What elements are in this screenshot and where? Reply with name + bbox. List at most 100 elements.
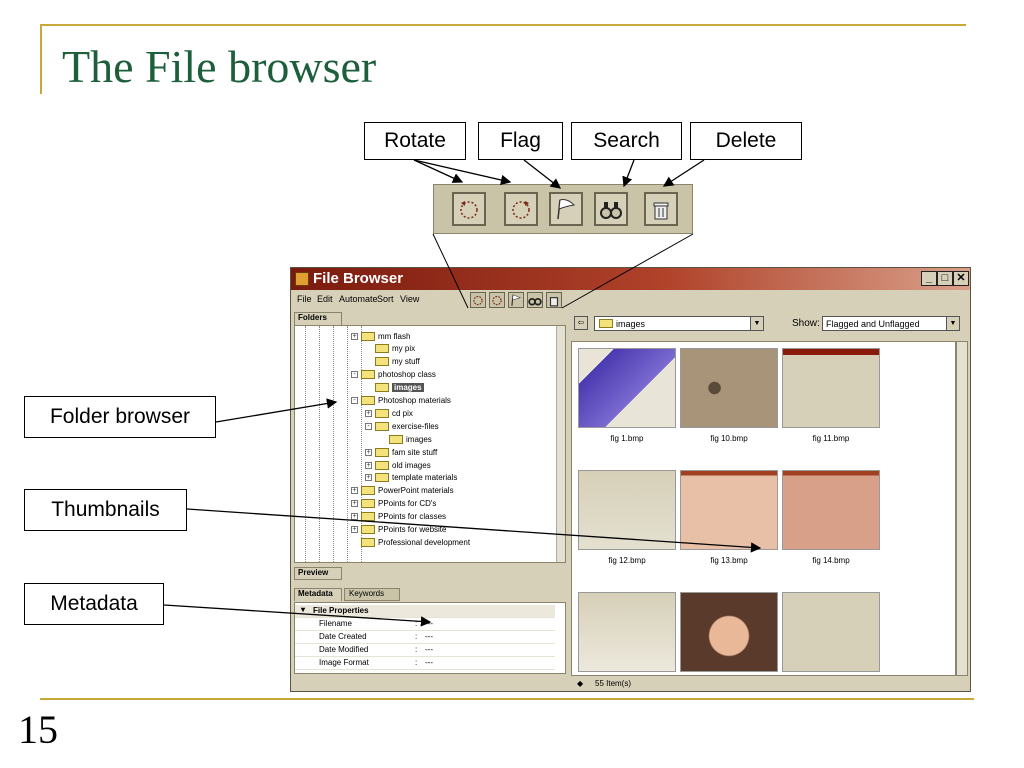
menu-file[interactable]: File (297, 294, 312, 304)
small-flag-button[interactable] (508, 292, 524, 308)
thumbnail-item[interactable] (780, 588, 882, 675)
folder-tree-item[interactable]: + template materials (365, 472, 457, 484)
show-label: Show: (792, 318, 820, 329)
path-dropdown[interactable]: images ▼ (594, 316, 764, 331)
rotate-left-button[interactable] (452, 192, 486, 226)
thumbnail-item[interactable]: fig 11.bmp (780, 344, 882, 448)
maximize-button[interactable]: □ (937, 271, 953, 286)
thumbnail-grid: fig 1.bmp fig 10.bmp fig 11.bmp fig 12.bmp f… (571, 341, 956, 676)
folder-tree-item[interactable]: + old images (365, 459, 431, 471)
preview-tab[interactable]: Preview (294, 567, 342, 580)
thumbnail-item[interactable]: fig 10.bmp (678, 344, 780, 448)
thumbnail-label: fig 1.bmp (610, 434, 644, 443)
metadata-panel: ▾ File Properties Filename: --- Date Creat… (294, 602, 566, 674)
menu-sort[interactable]: Sort (377, 294, 394, 304)
metadata-tab[interactable]: Metadata (294, 588, 342, 601)
folder-label: my stuff (392, 357, 420, 367)
metadata-key: Filename (319, 619, 352, 628)
folder-icon (375, 460, 389, 470)
small-rotate-left-button[interactable] (470, 292, 486, 308)
folder-tree-scrollbar[interactable] (556, 326, 565, 562)
minimize-button[interactable]: _ (921, 271, 937, 286)
up-folder-button[interactable]: ⇦ (574, 316, 588, 330)
trash-icon (549, 297, 559, 307)
title-bar[interactable]: File Browser _ □ ✕ (291, 268, 970, 290)
tree-expander-icon[interactable]: + (365, 448, 372, 456)
folder-tree-item[interactable]: - Photoshop materials (351, 395, 451, 407)
tree-expander-icon[interactable]: - (351, 371, 358, 379)
tree-expander-icon[interactable]: + (351, 513, 358, 521)
thumbnail-item[interactable]: fig 1.bmp (576, 344, 678, 448)
thumbnail-image (782, 470, 880, 550)
flag-button[interactable] (549, 192, 583, 226)
folder-tree-item[interactable]: images (365, 382, 424, 394)
folder-label: PPoints for CD's (378, 499, 437, 509)
thumbnail-image (782, 348, 880, 428)
metadata-section-title: File Properties (313, 606, 369, 615)
folder-icon (361, 499, 375, 509)
thumbnail-image (680, 592, 778, 672)
bottom-rule (40, 698, 974, 700)
search-button[interactable] (594, 192, 628, 226)
thumbnail-scrollbar[interactable] (956, 341, 968, 676)
folder-tree-item[interactable]: + mm flash (351, 330, 410, 342)
thumbnail-item[interactable]: fig 12.bmp (576, 466, 678, 570)
rotate-right-button[interactable] (504, 192, 538, 226)
folder-label: Professional development (378, 537, 471, 547)
folder-label: PowerPoint materials (378, 486, 454, 496)
folders-tab[interactable]: Folders (294, 312, 342, 325)
tree-expander-icon[interactable]: + (351, 487, 358, 495)
thumbnail-image (578, 348, 676, 428)
tree-expander-icon[interactable]: - (351, 397, 358, 404)
tree-guide (305, 326, 306, 562)
menu-automate[interactable]: Automate (339, 294, 378, 304)
folder-tree-item[interactable]: + cd pix (365, 407, 413, 419)
tree-expander-icon[interactable]: + (351, 526, 358, 533)
folder-tree-item[interactable]: + PowerPoint materials (351, 485, 454, 497)
show-filter-dropdown[interactable]: Flagged and Unflagged ▼ (822, 316, 960, 331)
tree-expander-icon[interactable]: - (365, 422, 372, 430)
thumbnail-item[interactable] (576, 588, 678, 675)
tree-expander-icon[interactable]: + (365, 474, 372, 482)
folder-tree-item[interactable]: my stuff (365, 356, 420, 368)
folder-tree-item[interactable]: - exercise-files (365, 420, 439, 432)
tree-expander-icon[interactable]: + (365, 461, 372, 469)
rotate-left-icon (473, 295, 483, 306)
menu-edit[interactable]: Edit (317, 294, 333, 304)
folder-icon (361, 525, 375, 534)
close-button[interactable]: ✕ (953, 271, 969, 286)
metadata-section-header[interactable]: ▾ File Properties (295, 605, 555, 618)
folder-tree-item[interactable]: + PPoints for classes (351, 511, 446, 523)
tree-expander-icon[interactable]: + (351, 500, 358, 508)
small-search-button[interactable] (527, 292, 543, 308)
thumbnail-item[interactable]: fig 13.bmp (678, 466, 780, 570)
metadata-value: --- (425, 645, 433, 654)
metadata-sep: : (415, 658, 418, 667)
folder-tree-item[interactable]: Professional development (351, 536, 470, 548)
callout-search: Search (571, 122, 682, 160)
tree-expander-icon[interactable]: + (365, 409, 372, 417)
metadata-sep: : (415, 619, 418, 628)
thumbnail-item[interactable]: fig 14.bmp (780, 466, 882, 570)
small-delete-button[interactable] (546, 292, 562, 308)
tree-expander-icon[interactable]: + (351, 332, 358, 340)
folder-icon (389, 434, 403, 444)
folder-tree: + mm flash my pix my stuff - photoshop class i… (294, 325, 566, 563)
thumbnail-label: fig 12.bmp (608, 556, 646, 565)
folder-tree-item[interactable]: images (379, 433, 432, 445)
delete-button[interactable] (644, 192, 678, 226)
folder-tree-item[interactable]: + fam site stuff (365, 446, 437, 458)
menu-view[interactable]: View (400, 294, 419, 304)
folder-tree-item[interactable]: + PPoints for website (351, 524, 446, 536)
metadata-row: Filename: --- (295, 618, 555, 631)
folder-tree-item[interactable]: my pix (365, 343, 415, 355)
folder-icon (361, 537, 375, 547)
thumbnail-item[interactable] (678, 588, 780, 675)
small-rotate-right-button[interactable] (489, 292, 505, 308)
metadata-row: Image Format: --- (295, 657, 555, 670)
folder-tree-item[interactable]: + PPoints for CD's (351, 498, 436, 510)
keywords-tab[interactable]: Keywords (344, 588, 400, 601)
folder-icon (361, 331, 375, 341)
folder-tree-item[interactable]: - photoshop class (351, 369, 436, 381)
thumbnail-label: fig 14.bmp (812, 556, 850, 565)
